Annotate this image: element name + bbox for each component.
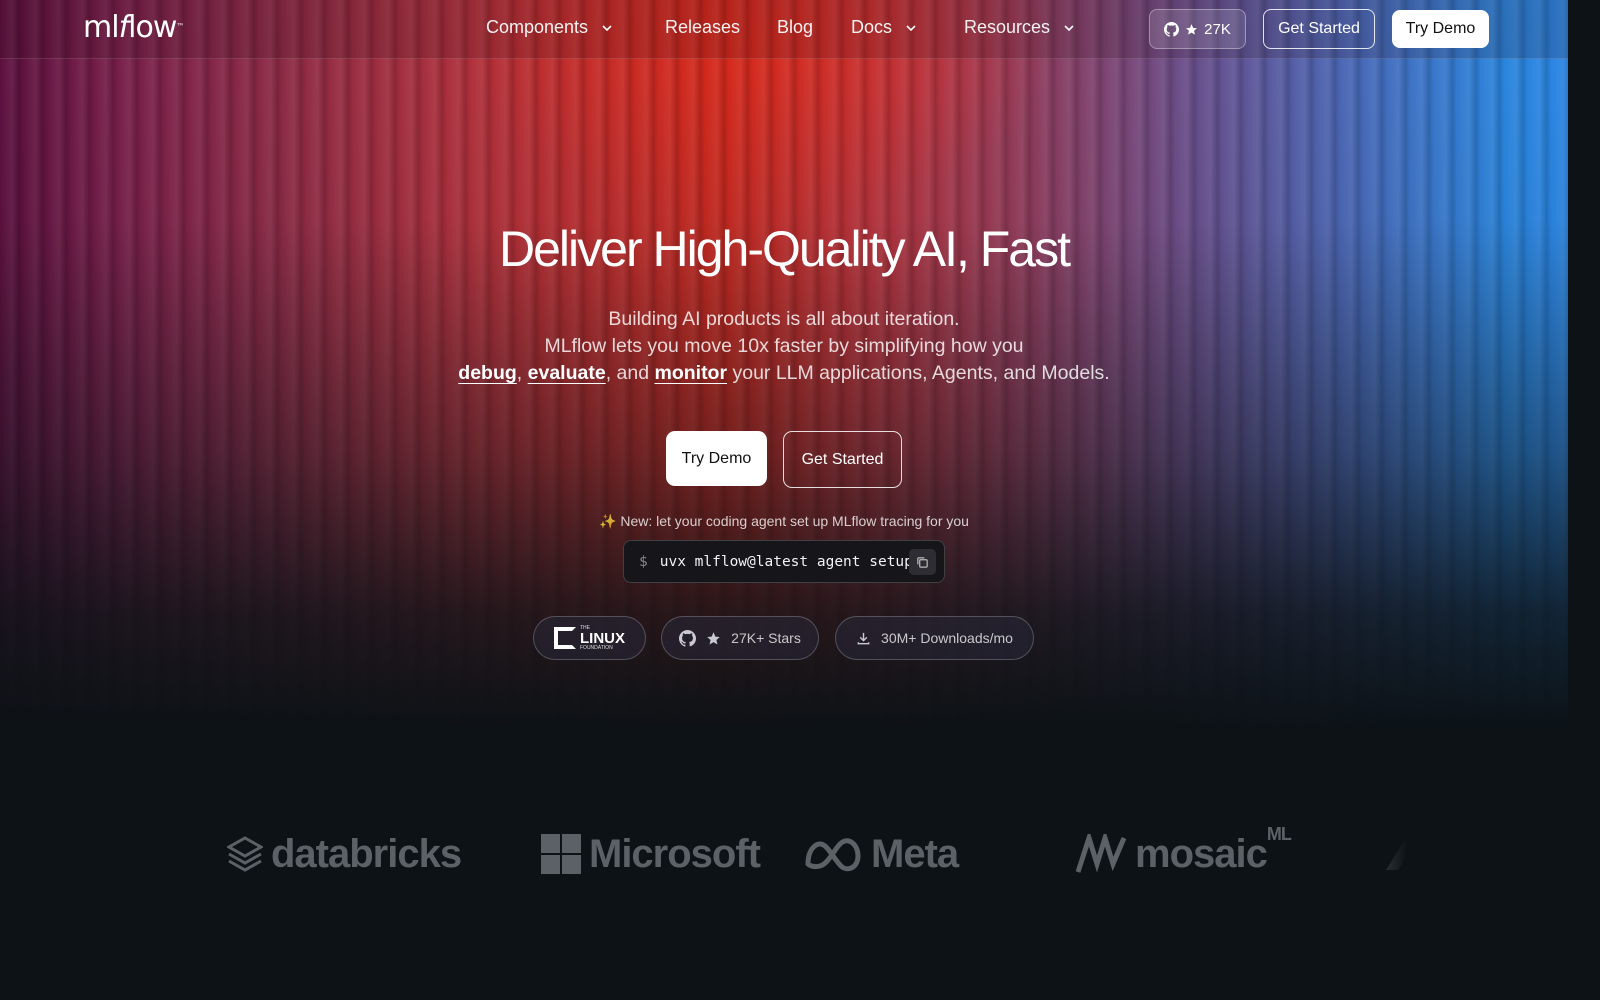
hero-subtitle-line-2: MLflow lets you move 10x faster by simpl… (544, 335, 1024, 357)
command-text[interactable]: uvx mlflow@latest agent setup (660, 554, 913, 570)
hero-headline: Deliver High-Quality AI, Fast (499, 221, 1071, 277)
star-icon (707, 631, 720, 644)
stars-badge-label: 27K+ Stars (731, 630, 801, 646)
monitor-link[interactable]: monitor (654, 362, 727, 384)
mosaic-mark-icon (1075, 834, 1127, 873)
github-icon (679, 629, 697, 647)
partners-edge-fade (1347, 826, 1407, 882)
download-icon (857, 632, 870, 644)
nav-releases-label: Releases (665, 17, 741, 37)
github-stars-button[interactable]: 27K (1149, 9, 1246, 49)
new-feature-note: ✨ New: let your coding agent set up MLfl… (0, 513, 1568, 530)
meta-logo: Meta (803, 826, 959, 882)
meta-infinity-icon (805, 838, 861, 872)
hero-try-demo-button[interactable]: Try Demo (666, 431, 767, 486)
hero-subtitle-line-3: debug, evaluate, and monitor your LLM ap… (458, 362, 1110, 384)
chevron-down-icon (602, 24, 612, 31)
chevron-down-icon (1064, 24, 1074, 31)
microsoft-logo: Microsoft (541, 826, 761, 882)
debug-link[interactable]: debug (458, 362, 517, 384)
downloads-badge[interactable]: 30M+ Downloads/mo (835, 616, 1034, 660)
mosaic-logo: mosaicML (1075, 826, 1292, 882)
nav-resources-label: Resources (964, 17, 1051, 37)
linux-foundation-mark (554, 627, 576, 649)
linux-foundation-badge[interactable]: THE LINUX FOUNDATION (533, 616, 646, 660)
github-stars-badge[interactable]: 27K+ Stars (661, 616, 819, 660)
microsoft-mark-icon (541, 834, 581, 874)
nav-resources[interactable]: Resources (964, 17, 1076, 38)
linux-foundation-logo: THE LINUX FOUNDATION (554, 625, 625, 651)
github-icon (1164, 21, 1180, 37)
nav-get-started-button[interactable]: Get Started (1263, 9, 1375, 49)
evaluate-link[interactable]: evaluate (528, 362, 606, 384)
databricks-mark-icon (227, 836, 263, 872)
hero-get-started-button[interactable]: Get Started (783, 431, 902, 488)
new-feature-text: New: let your coding agent set up MLflow… (620, 513, 969, 529)
star-icon (1186, 23, 1198, 35)
downloads-badge-label: 30M+ Downloads/mo (881, 630, 1013, 646)
chevron-down-icon (906, 24, 916, 31)
sparkles-icon: ✨ (599, 513, 617, 529)
nav-components-label: Components (486, 17, 589, 37)
copy-icon (917, 556, 928, 568)
databricks-logo: databricks (227, 826, 462, 882)
hero-subtitle-line-1: Building AI products is all about iterat… (608, 308, 960, 330)
nav-releases[interactable]: Releases (665, 17, 740, 38)
partner-logos: databricks Microsoft Meta mosaicML (227, 826, 1407, 882)
github-stars-count: 27K (1204, 20, 1231, 38)
copy-button[interactable] (909, 549, 936, 575)
nav-docs[interactable]: Docs (851, 17, 918, 38)
top-nav: mlflow™ Components Releases Blog Docs Re… (0, 0, 1568, 59)
nav-blog-label: Blog (777, 17, 814, 37)
mlflow-logo[interactable]: mlflow™ (83, 10, 184, 48)
nav-components[interactable]: Components (486, 17, 614, 38)
nav-docs-label: Docs (851, 17, 893, 37)
nav-blog[interactable]: Blog (777, 17, 813, 38)
command-snippet: $ uvx mlflow@latest agent setup (623, 540, 945, 583)
nav-try-demo-button[interactable]: Try Demo (1392, 10, 1489, 48)
command-prompt: $ (639, 553, 648, 570)
